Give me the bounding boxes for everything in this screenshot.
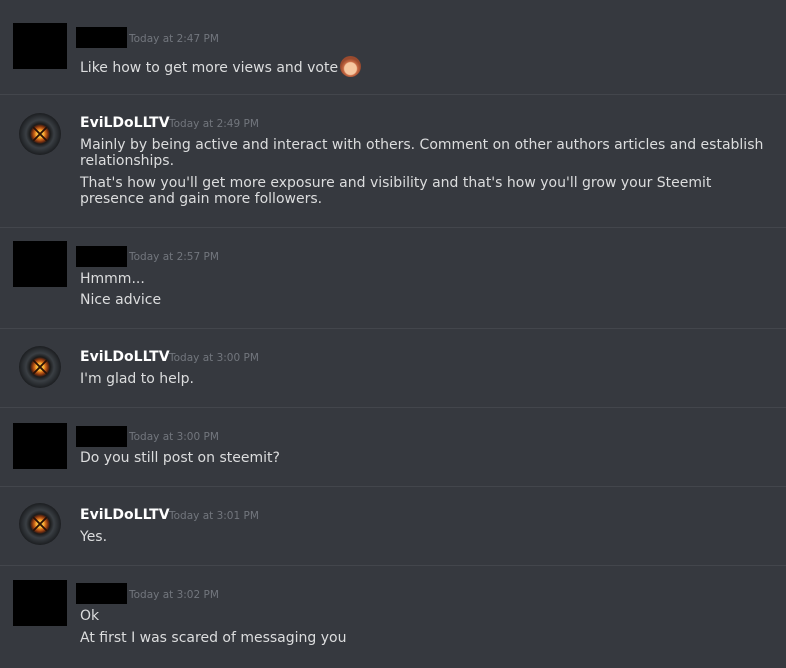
username-redacted[interactable]: [76, 583, 127, 604]
message-text: Hmmm...: [80, 271, 145, 287]
message-text: I'm glad to help.: [80, 371, 194, 387]
username-redacted[interactable]: [76, 246, 127, 267]
username[interactable]: EviLDoLLTV: [80, 115, 170, 131]
avatar[interactable]: [13, 241, 67, 287]
message-line: Like how to get more views and vote: [80, 60, 339, 76]
see-no-evil-monkey-icon: [340, 56, 362, 77]
message-text: Ok: [80, 608, 100, 624]
message-text: That's how you'll get more exposure and …: [80, 175, 712, 207]
message-divider: [0, 328, 786, 329]
message-text: Do you still post on steemit?: [80, 450, 280, 466]
message-divider: [0, 94, 786, 95]
message-timestamp: Today at 3:00 PM: [129, 431, 219, 443]
message-divider: [0, 486, 786, 487]
message-timestamp: Today at 2:57 PM: [129, 251, 219, 263]
message-divider: [0, 407, 786, 408]
username[interactable]: EviLDoLLTV: [80, 507, 170, 523]
message-timestamp: Today at 3:02 PM: [129, 589, 219, 601]
chat-log: Today at 2:47 PM Like how to get more vi…: [0, 0, 786, 668]
username-redacted[interactable]: [76, 27, 127, 48]
avatar[interactable]: [13, 580, 67, 626]
message-text: Yes.: [80, 529, 108, 545]
message-text: Like how to get more views and vote: [80, 56, 770, 77]
message-divider: [0, 227, 786, 228]
message-timestamp: Today at 3:01 PM: [169, 510, 259, 522]
message-timestamp: Today at 3:00 PM: [169, 352, 259, 364]
avatar[interactable]: [13, 23, 67, 69]
message-timestamp: Today at 2:49 PM: [169, 118, 259, 130]
avatar[interactable]: [19, 503, 61, 545]
message-divider: [0, 565, 786, 566]
username-redacted[interactable]: [76, 426, 127, 447]
avatar[interactable]: [19, 113, 61, 155]
message-text: Mainly by being active and interact with…: [80, 137, 764, 169]
message-text: At first I was scared of messaging you: [80, 630, 347, 646]
message-timestamp: Today at 2:47 PM: [129, 33, 219, 45]
username[interactable]: EviLDoLLTV: [80, 349, 170, 365]
avatar[interactable]: [19, 346, 61, 388]
avatar[interactable]: [13, 423, 67, 469]
message-text: Nice advice: [80, 292, 162, 308]
